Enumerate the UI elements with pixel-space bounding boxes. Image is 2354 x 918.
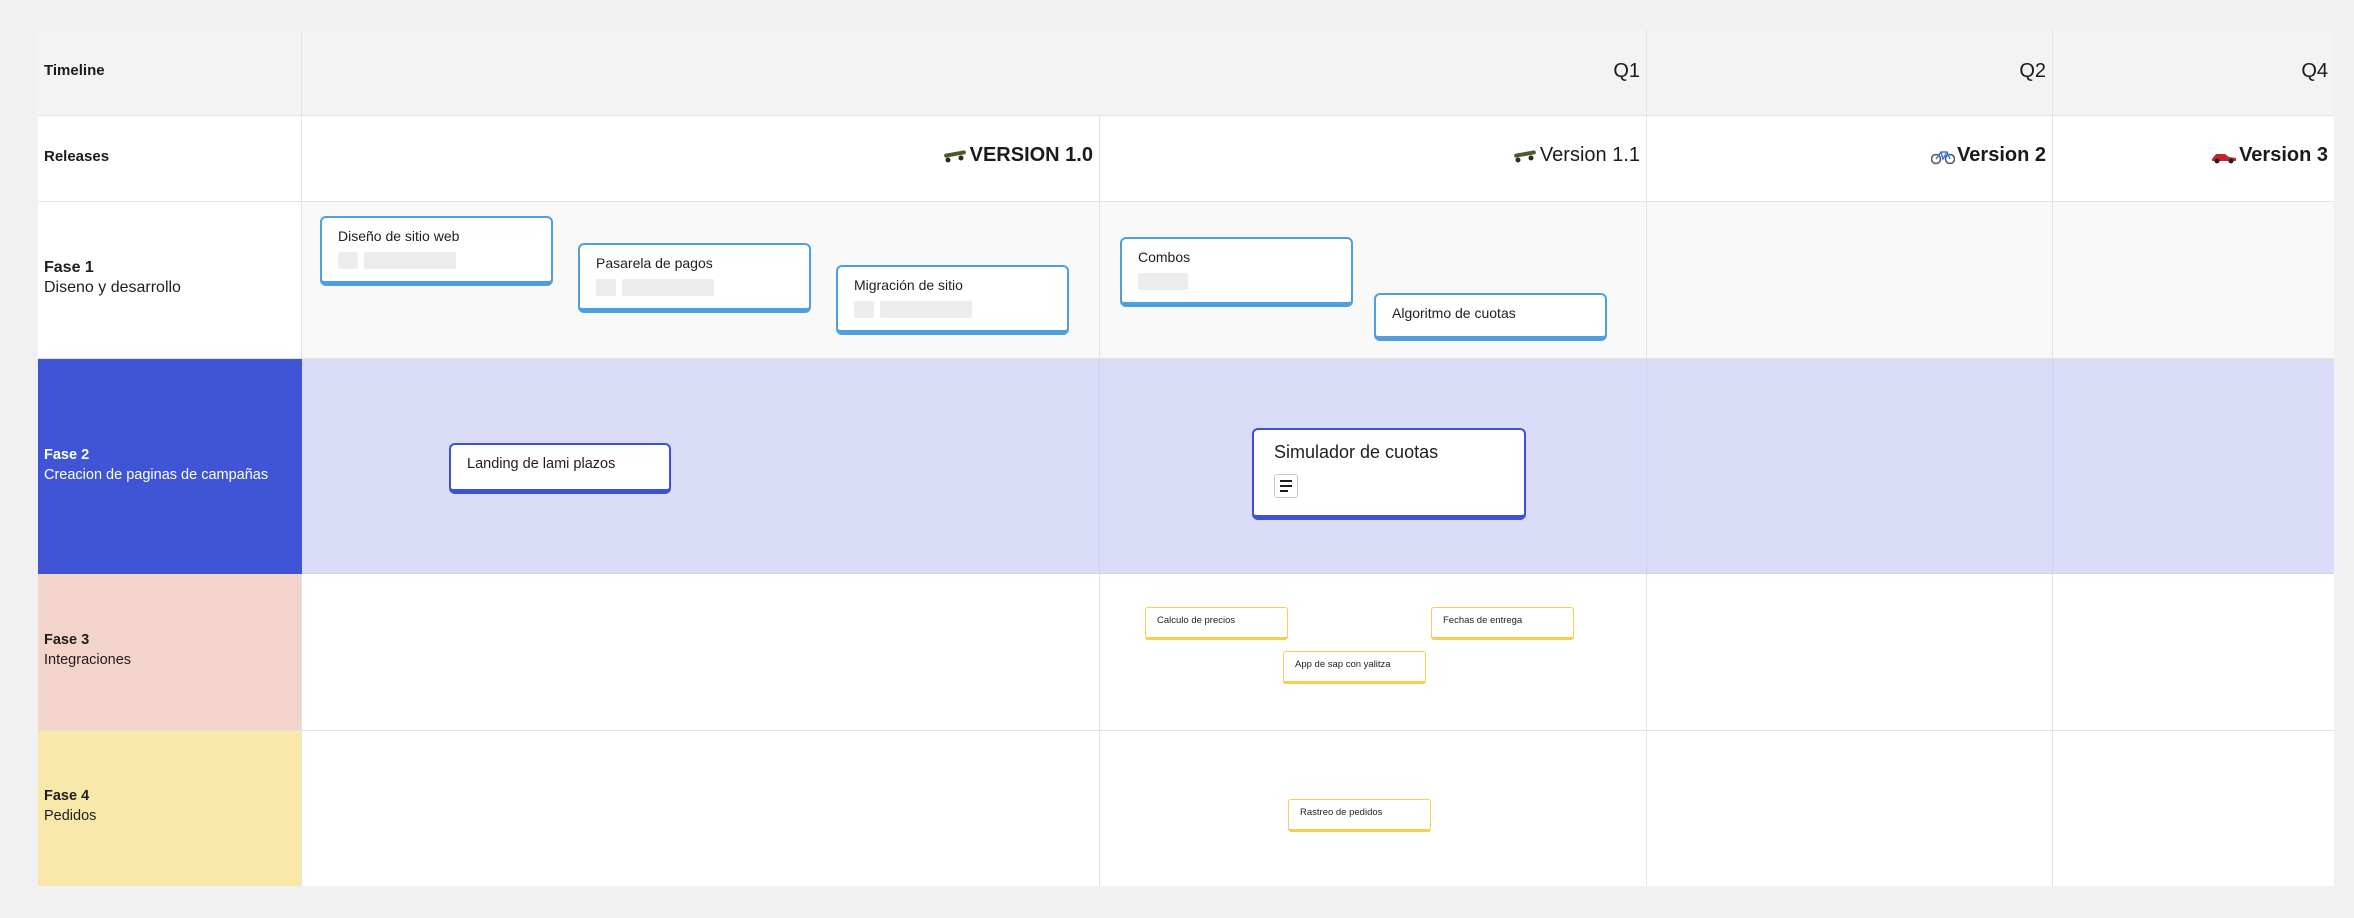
phase-name: Fase 3	[44, 632, 90, 648]
phase-4-v3-cell	[2053, 731, 2334, 886]
card-placeholder-tag	[622, 279, 714, 296]
card-calculo-de-precios[interactable]: Calculo de precios	[1145, 607, 1288, 640]
phase-1-v3-cell	[2053, 202, 2334, 359]
card-simulador-de-cuotas[interactable]: Simulador de cuotas	[1252, 428, 1526, 520]
card-placeholder-avatar	[596, 279, 616, 296]
card-title: Diseño de sitio web	[338, 228, 460, 244]
release-label: Version 2	[1957, 144, 2046, 166]
card-rastreo-de-pedidos[interactable]: Rastreo de pedidos	[1288, 799, 1431, 832]
phase-name: Fase 2	[44, 447, 90, 463]
phase-2-label-cell: Fase 2 Creacion de paginas de campañas	[38, 359, 302, 574]
releases-label: Releases	[44, 148, 110, 165]
card-title: Calculo de precios	[1157, 615, 1236, 626]
card-title: Landing de lami plazos	[467, 456, 616, 472]
timeline-row-label: Timeline	[38, 30, 302, 116]
release-label: VERSION 1.0	[969, 144, 1093, 166]
bicycle-icon	[1931, 147, 1956, 165]
release-cell-v10: VERSION 1.0	[302, 116, 1100, 202]
card-fechas-de-entrega[interactable]: Fechas de entrega	[1431, 607, 1574, 640]
phase-4-title: Fase 4 Pedidos	[44, 786, 96, 826]
card-title: Simulador de cuotas	[1274, 442, 1439, 462]
card-landing-lami-plazos[interactable]: Landing de lami plazos	[449, 443, 671, 494]
phase-description: Creacion de paginas de campañas	[44, 467, 269, 483]
phase-description: Pedidos	[44, 808, 97, 824]
card-combos[interactable]: Combos	[1120, 237, 1353, 307]
phase-1-v2-cell	[1647, 202, 2053, 359]
card-title: App de sap con yalitza	[1295, 659, 1391, 670]
card-title: Fechas de entrega	[1443, 615, 1523, 626]
quarter-q1: Q1	[1613, 60, 1640, 82]
description-icon[interactable]	[1274, 474, 1298, 498]
release-cell-v3: Version 3	[2053, 116, 2334, 202]
timeline-q1-cell: Q1	[302, 30, 1647, 116]
phase-1-title: Fase 1 Diseno y desarrollo	[44, 258, 181, 298]
card-title: Combos	[1138, 249, 1191, 265]
release-version-2[interactable]: Version 2	[1931, 144, 2046, 167]
card-placeholder-avatar	[854, 301, 874, 318]
releases-row-label: Releases	[38, 116, 302, 202]
phase-1-label-cell: Fase 1 Diseno y desarrollo	[38, 202, 302, 359]
phase-2-v2-cell	[1647, 359, 2053, 574]
release-version-1-0[interactable]: VERSION 1.0	[942, 144, 1093, 167]
card-title: Pasarela de pagos	[596, 255, 713, 271]
phase-description: Diseno y desarrollo	[44, 279, 181, 296]
phase-3-title: Fase 3 Integraciones	[44, 630, 131, 670]
phase-3-label-cell: Fase 3 Integraciones	[38, 574, 302, 731]
timeline-label: Timeline	[44, 62, 105, 79]
phase-3-v3-cell	[2053, 574, 2334, 731]
card-title: Rastreo de pedidos	[1300, 807, 1383, 818]
card-placeholder-tag	[1138, 273, 1188, 290]
release-version-1-1[interactable]: Version 1.1	[1512, 144, 1640, 167]
card-title: Migración de sitio	[854, 277, 963, 293]
card-placeholder-avatar	[338, 252, 358, 269]
phase-name: Fase 4	[44, 788, 90, 804]
phase-4-v2-cell	[1647, 731, 2053, 886]
skateboard-icon	[1512, 148, 1538, 164]
card-pasarela-de-pagos[interactable]: Pasarela de pagos	[578, 243, 811, 313]
phase-3-v10-cell	[302, 574, 1100, 731]
phase-2-v10-cell	[302, 359, 1100, 574]
card-diseno-sitio-web[interactable]: Diseño de sitio web	[320, 216, 553, 286]
release-cell-v2: Version 2	[1647, 116, 2053, 202]
phase-2-v3-cell	[2053, 359, 2334, 574]
quarter-q2: Q2	[2019, 60, 2046, 82]
timeline-q4-cell: Q4	[2053, 30, 2334, 116]
timeline-q2-cell: Q2	[1647, 30, 2053, 116]
phase-2-title: Fase 2 Creacion de paginas de campañas	[44, 445, 268, 485]
quarter-q4: Q4	[2301, 60, 2328, 82]
phase-4-v10-cell	[302, 731, 1100, 886]
skateboard-icon	[942, 148, 968, 164]
race-car-icon	[2211, 148, 2237, 164]
card-placeholder-tag	[364, 252, 456, 269]
card-app-sap-yalitza[interactable]: App de sap con yalitza	[1283, 651, 1426, 684]
phase-3-v2-cell	[1647, 574, 2053, 731]
release-cell-v11: Version 1.1	[1100, 116, 1647, 202]
phase-name: Fase 1	[44, 259, 94, 276]
card-title: Algoritmo de cuotas	[1392, 305, 1516, 321]
release-label: Version 1.1	[1539, 144, 1640, 166]
phase-description: Integraciones	[44, 652, 132, 668]
release-label: Version 3	[2239, 144, 2328, 166]
roadmap-board: Timeline Q1 Q2 Q4 Releases VERSION 1.0 V…	[38, 30, 2334, 886]
card-migracion-de-sitio[interactable]: Migración de sitio	[836, 265, 1069, 335]
card-algoritmo-de-cuotas[interactable]: Algoritmo de cuotas	[1374, 293, 1607, 341]
phase-4-label-cell: Fase 4 Pedidos	[38, 731, 302, 886]
release-version-3[interactable]: Version 3	[2211, 144, 2328, 167]
card-placeholder-tag	[880, 301, 972, 318]
